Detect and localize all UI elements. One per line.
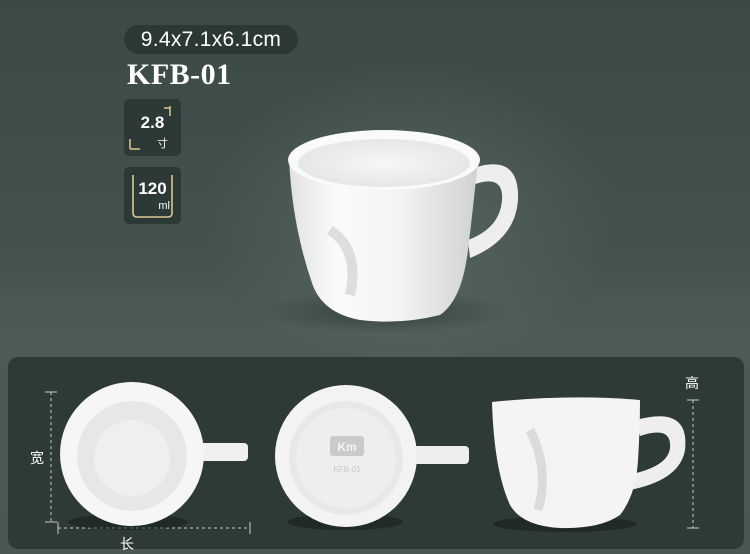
bottom-view-cup: Km KFB-01 [275,385,469,530]
side-view-cup [492,397,686,532]
three-view-drawings: Km KFB-01 [45,382,699,534]
height-label: 高 [685,375,699,391]
width-dimension-line [45,391,57,523]
svg-text:Km: Km [337,440,356,454]
width-label: 宽 [30,450,44,466]
height-dimension-line [687,399,699,529]
length-label: 长 [120,536,134,552]
bottom-stamp: KFB-01 [333,465,361,474]
top-view-cup [60,382,248,530]
